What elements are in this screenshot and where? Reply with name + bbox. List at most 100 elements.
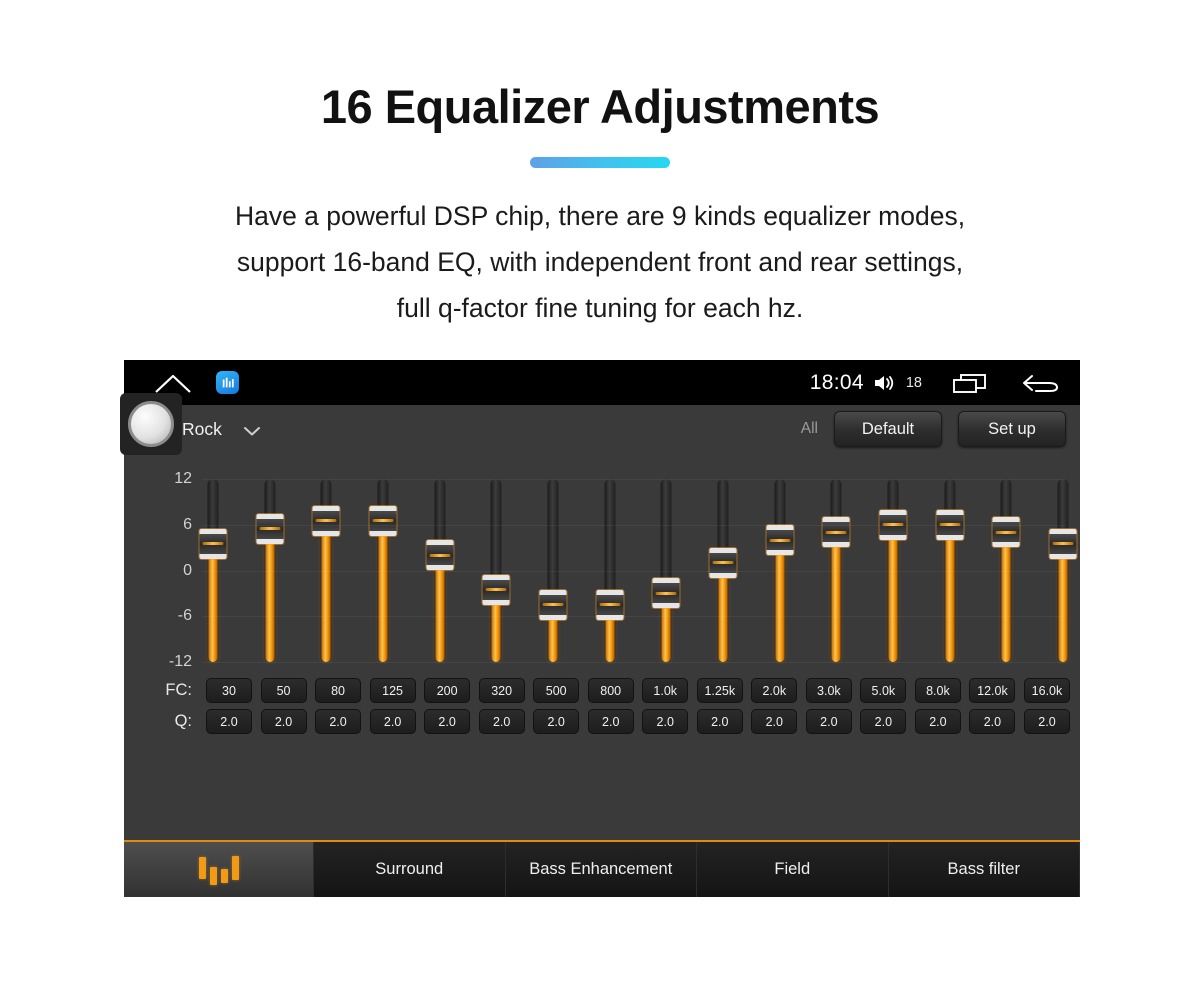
eq-slider[interactable] <box>312 467 340 672</box>
eq-slider-handle[interactable] <box>709 547 737 578</box>
q-cell[interactable]: 2.0 <box>315 709 362 734</box>
eq-slider[interactable] <box>199 467 227 672</box>
eq-slider[interactable] <box>256 467 284 672</box>
chevron-down-icon[interactable] <box>242 424 262 436</box>
default-button[interactable]: Default <box>834 411 942 447</box>
fc-cell[interactable]: 5.0k <box>860 678 907 703</box>
eq-slider[interactable] <box>709 467 737 672</box>
fc-cell[interactable]: 125 <box>369 678 416 703</box>
promo-description: Have a powerful DSP chip, there are 9 ki… <box>0 194 1200 331</box>
eq-slider-handle[interactable] <box>766 525 794 555</box>
eq-slider[interactable] <box>936 467 964 672</box>
eq-slider[interactable] <box>369 467 397 672</box>
fc-label: FC: <box>165 681 192 699</box>
eq-slider[interactable] <box>1049 467 1077 672</box>
recents-icon[interactable] <box>952 372 988 394</box>
fc-cell[interactable]: 320 <box>478 678 525 703</box>
volume-icon[interactable] <box>873 373 897 393</box>
tab-surround[interactable]: Surround <box>314 842 506 897</box>
fc-cell[interactable]: 1.0k <box>642 678 689 703</box>
fc-cell[interactable]: 2.0k <box>751 678 798 703</box>
q-cell[interactable]: 2.0 <box>206 709 252 734</box>
eq-slider[interactable] <box>652 467 680 672</box>
tab-field[interactable]: Field <box>697 842 889 897</box>
eq-slider[interactable] <box>539 467 567 672</box>
q-cell[interactable]: 2.0 <box>696 709 743 734</box>
eq-slider[interactable] <box>822 467 850 672</box>
eq-slider[interactable] <box>766 467 794 672</box>
tab-label: Surround <box>375 860 444 878</box>
eq-slider-handle[interactable] <box>426 540 454 571</box>
eq-slider-handle[interactable] <box>256 513 284 544</box>
fc-cell[interactable]: 3.0k <box>805 678 852 703</box>
eq-slider[interactable] <box>596 467 624 672</box>
tab-bass-filter[interactable]: Bass filter <box>888 842 1080 897</box>
fc-cell[interactable]: 800 <box>587 678 634 703</box>
promo-description-line: full q-factor fine tuning for each hz. <box>396 292 804 323</box>
q-cell[interactable]: 2.0 <box>478 709 525 734</box>
eq-slider-handle[interactable] <box>369 505 397 536</box>
y-axis-tick: 0 <box>183 561 192 579</box>
fc-cell[interactable]: 80 <box>315 678 362 703</box>
eq-slider-handle[interactable] <box>482 574 510 605</box>
eq-slider-handle[interactable] <box>312 505 340 536</box>
fc-cell[interactable]: 200 <box>424 678 471 703</box>
eq-slider-handle[interactable] <box>992 517 1020 548</box>
fc-cell[interactable]: 1.25k <box>696 678 743 703</box>
gridline <box>202 479 1066 480</box>
q-cell[interactable]: 2.0 <box>533 709 580 734</box>
q-label: Q: <box>174 712 192 730</box>
q-cell[interactable]: 2.0 <box>805 709 852 734</box>
setup-button[interactable]: Set up <box>958 411 1066 447</box>
eq-slider-handle[interactable] <box>199 528 227 559</box>
q-cell[interactable]: 2.0 <box>587 709 634 734</box>
tab-label: Bass filter <box>947 860 1020 878</box>
device-screen: 18:04 18 Rock All Default Set up 12 6 0 … <box>120 360 1080 897</box>
q-cell[interactable]: 2.0 <box>642 709 689 734</box>
eq-slider-handle[interactable] <box>652 578 680 609</box>
q-cell[interactable]: 2.0 <box>260 709 307 734</box>
q-cell[interactable]: 2.0 <box>369 709 416 734</box>
equalizer-app-icon[interactable] <box>216 371 239 394</box>
q-cell[interactable]: 2.0 <box>860 709 907 734</box>
tab-equalizer[interactable] <box>124 842 314 897</box>
fc-cell[interactable]: 50 <box>260 678 307 703</box>
q-cell[interactable]: 2.0 <box>1023 709 1070 734</box>
q-cell[interactable]: 2.0 <box>914 709 961 734</box>
rotary-knob[interactable] <box>128 401 174 447</box>
eq-slider-fill <box>831 532 841 662</box>
preset-label[interactable]: Rock <box>182 419 222 440</box>
eq-slider-fill <box>1058 543 1068 662</box>
all-label[interactable]: All <box>801 420 818 438</box>
y-axis-tick: -6 <box>177 607 192 625</box>
fc-cell[interactable]: 12.0k <box>969 678 1016 703</box>
fc-cell[interactable]: 16.0k <box>1023 678 1070 703</box>
eq-slider-fill <box>775 540 785 662</box>
q-row: Q: 2.0 2.0 2.0 2.0 2.0 2.0 2.0 2.0 2.0 2.0 2.0 2.0 2… <box>124 709 1080 734</box>
fc-cell[interactable]: 8.0k <box>914 678 961 703</box>
eq-slider-handle[interactable] <box>1049 528 1077 559</box>
y-axis-tick: -12 <box>168 653 192 670</box>
eq-slider-fill <box>265 528 275 662</box>
eq-slider-handle[interactable] <box>822 517 850 548</box>
q-cell[interactable]: 2.0 <box>424 709 471 734</box>
gridline <box>202 570 1066 572</box>
y-axis-tick: 12 <box>174 470 192 487</box>
y-axis: 12 6 0 -6 -12 <box>124 467 202 672</box>
eq-slider[interactable] <box>482 467 510 672</box>
q-cell[interactable]: 2.0 <box>751 709 798 734</box>
eq-slider[interactable] <box>426 467 454 672</box>
tab-bass-enhancement[interactable]: Bass Enhancement <box>505 842 697 897</box>
eq-slider-fill <box>945 524 955 662</box>
fc-cell[interactable]: 500 <box>533 678 580 703</box>
home-icon[interactable] <box>154 373 192 393</box>
q-cell[interactable]: 2.0 <box>969 709 1016 734</box>
eq-slider-fill <box>378 520 388 662</box>
eq-slider[interactable] <box>992 467 1020 672</box>
eq-slider[interactable] <box>879 467 907 672</box>
eq-slider-fill <box>1001 532 1011 662</box>
back-arrow-icon[interactable] <box>1022 372 1060 394</box>
gridline <box>202 616 1066 618</box>
fc-cell[interactable]: 30 <box>206 678 252 703</box>
page-title: 16 Equalizer Adjustments <box>320 80 880 133</box>
